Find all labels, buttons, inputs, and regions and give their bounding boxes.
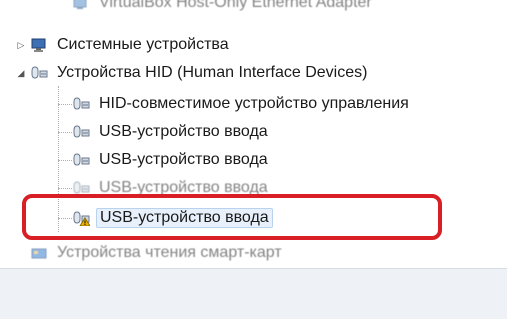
hid-device-icon [30, 65, 48, 81]
tree-connector [58, 188, 72, 189]
hid-device-icon [72, 124, 90, 140]
tree-item-hid-devices[interactable]: ◢ Устройства HID (Human Interface Device… [16, 60, 370, 86]
tree-item-label: HID-совместимое устройство управления [99, 95, 409, 112]
expand-arrow-icon[interactable]: ▷ [16, 40, 26, 50]
status-bar [0, 268, 507, 319]
network-adapter-icon [72, 0, 90, 11]
hid-device-icon [72, 96, 90, 112]
device-tree: VirtualBox Host-Only Ethernet Adapter ▷ … [0, 0, 507, 268]
tree-item-system-devices[interactable]: ▷ Системные устройства [16, 32, 232, 58]
tree-item-usb-input-2[interactable]: USB-устройство ввода [72, 147, 271, 173]
tree-item-label: Устройства чтения смарт-карт [57, 244, 282, 261]
highlight-annotation [22, 194, 442, 240]
tree-item-label: Системные устройства [57, 36, 229, 53]
tree-item-smart-card-readers[interactable]: Устройства чтения смарт-карт [30, 240, 285, 266]
smart-card-reader-icon [30, 245, 48, 261]
tree-item-label: Устройства HID (Human Interface Devices) [57, 64, 368, 81]
tree-connector [58, 132, 72, 133]
tree-item-usb-input-1[interactable]: USB-устройство ввода [72, 119, 271, 145]
tree-connector [58, 160, 72, 161]
system-devices-icon [30, 37, 48, 53]
tree-connector [58, 104, 72, 105]
collapse-arrow-icon[interactable]: ◢ [16, 68, 26, 78]
tree-item-label: USB-устройство ввода [99, 123, 268, 140]
tree-item-label: VirtualBox Host-Only Ethernet Adapter [99, 0, 372, 11]
tree-item-virtualbox-adapter[interactable]: VirtualBox Host-Only Ethernet Adapter [72, 0, 375, 16]
tree-item-hid-control-device[interactable]: HID-совместимое устройство управления [72, 91, 412, 117]
tree-item-label: USB-устройство ввода [99, 151, 268, 168]
hid-device-icon [72, 152, 90, 168]
